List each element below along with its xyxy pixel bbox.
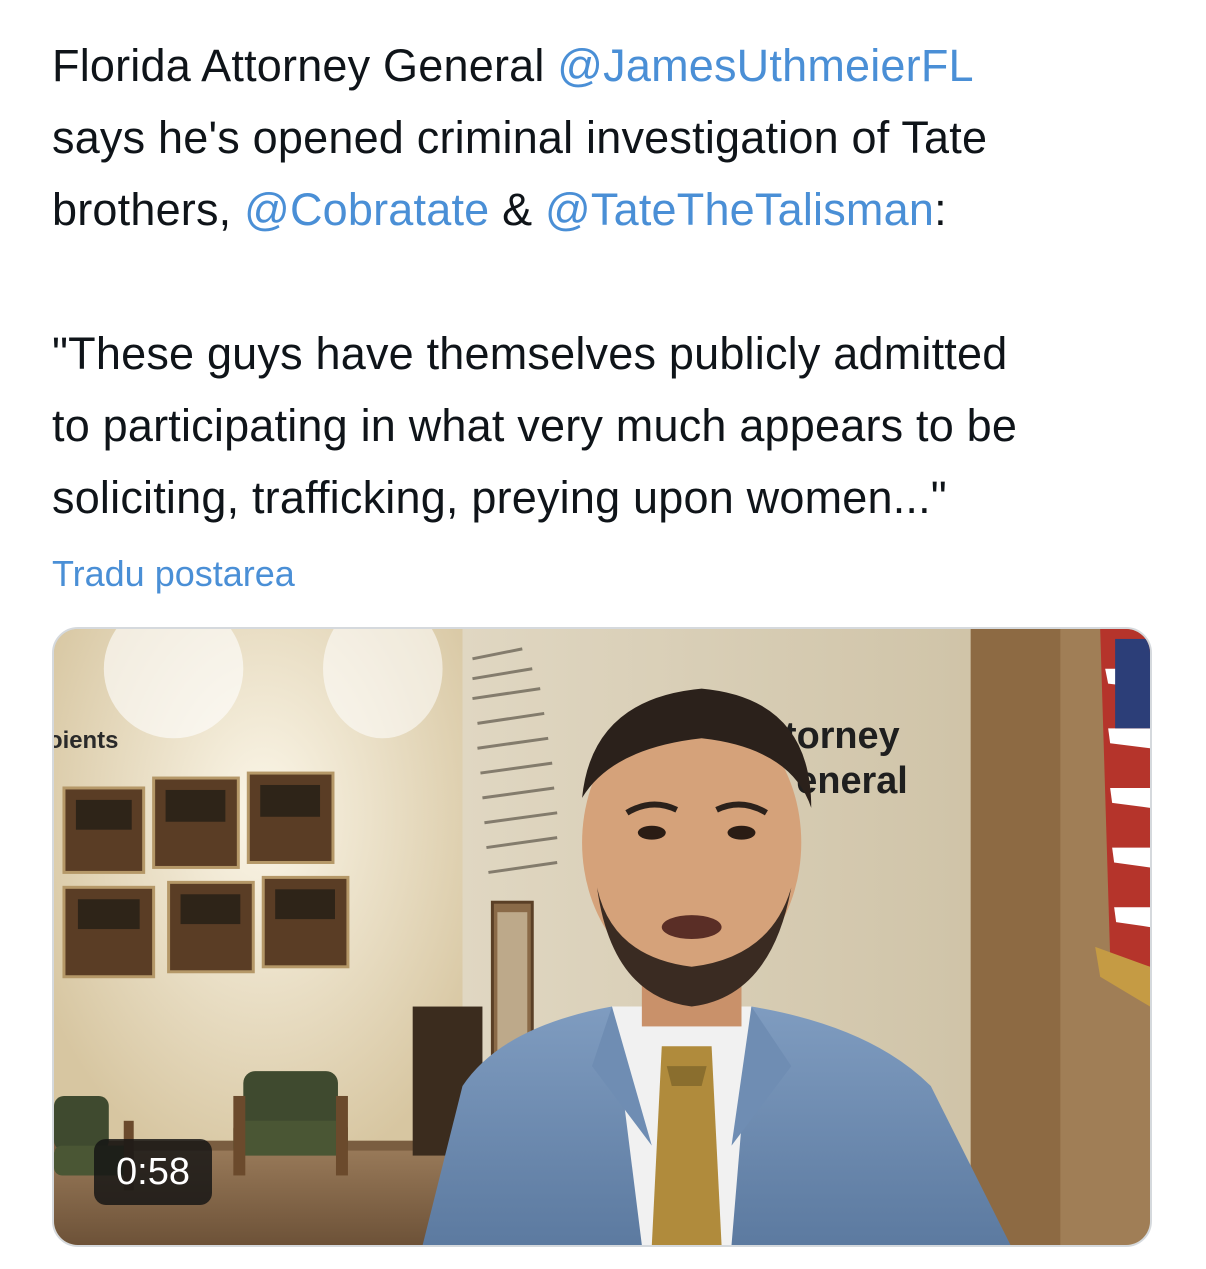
tweet-line: says he's opened criminal investigation …	[52, 102, 1162, 174]
video-thumbnail: oients ttorney eneral	[54, 629, 1150, 1245]
tweet: Florida Attorney General @JamesUthmeierF…	[52, 30, 1162, 596]
tweet-text-segment: &	[489, 184, 546, 235]
translate-post-link[interactable]: Tradu postarea	[52, 552, 1162, 596]
tweet-text: Florida Attorney General @JamesUthmeierF…	[52, 30, 1162, 534]
tweet-line: "These guys have themselves publicly adm…	[52, 318, 1162, 390]
tweet-line: Florida Attorney General @JamesUthmeierF…	[52, 30, 1162, 102]
tweet-line: brothers, @Cobratate & @TateTheTalisman:	[52, 174, 1162, 246]
quote-text: soliciting, trafficking, preying upon wo…	[52, 472, 947, 523]
tweet-line: to participating in what very much appea…	[52, 390, 1162, 462]
video-duration-badge: 0:58	[94, 1139, 212, 1205]
wall-sign-left: oients	[54, 727, 118, 754]
video-player[interactable]: oients ttorney eneral 0:58	[52, 627, 1152, 1247]
tweet-text-segment: :	[934, 184, 947, 235]
mention-link-jamesuthmeierfl[interactable]: @JamesUthmeierFL	[557, 40, 973, 91]
quote-text: to participating in what very much appea…	[52, 400, 1018, 451]
tweet-text-segment: Florida Attorney General	[52, 40, 558, 91]
wood-panel	[970, 629, 1071, 1245]
tweet-text-segment: says he's opened criminal investigation …	[52, 112, 988, 163]
tweet-line: soliciting, trafficking, preying upon wo…	[52, 462, 1162, 534]
mention-link-tatethetalisman[interactable]: @TateTheTalisman	[545, 184, 934, 235]
mention-link-cobratate[interactable]: @Cobratate	[244, 184, 489, 235]
wall-sign-right-line2: eneral	[796, 760, 908, 802]
tweet-text-segment: brothers,	[52, 184, 245, 235]
quote-text: "These guys have themselves publicly adm…	[52, 328, 1008, 379]
